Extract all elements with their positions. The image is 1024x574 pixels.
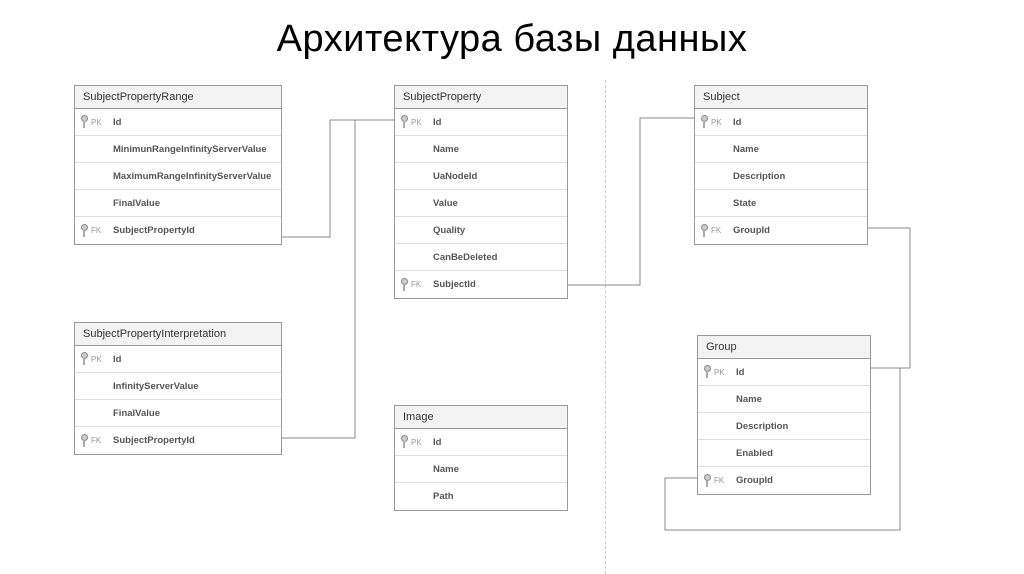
table-row: Path: [395, 483, 567, 510]
table-row: FinalValue: [75, 400, 281, 427]
key-icon: [399, 278, 409, 292]
field-name: MaximumRangeInfinityServerValue: [113, 171, 277, 182]
field-name: SubjectId: [433, 279, 563, 290]
key-icon: [399, 115, 409, 129]
table-row: Name: [395, 136, 567, 163]
field-name: Enabled: [736, 448, 866, 459]
field-name: CanBeDeleted: [433, 252, 563, 263]
table-row: FK SubjectPropertyId: [75, 427, 281, 454]
key-icon: [699, 224, 709, 238]
table-row: MaximumRangeInfinityServerValue: [75, 163, 281, 190]
table-subject: Subject PK Id Name Description State FK …: [694, 85, 868, 245]
table-row: PK Id: [695, 109, 867, 136]
table-row: CanBeDeleted: [395, 244, 567, 271]
table-row: Enabled: [698, 440, 870, 467]
table-header: SubjectProperty: [395, 86, 567, 109]
table-subject-property-range: SubjectPropertyRange PK Id MinimunRangeI…: [74, 85, 282, 245]
field-name: Description: [733, 171, 863, 182]
table-row: FK SubjectPropertyId: [75, 217, 281, 244]
key-icon: [702, 474, 712, 488]
table-row: PK Id: [395, 429, 567, 456]
table-row: UaNodeId: [395, 163, 567, 190]
key-icon: [79, 224, 89, 238]
field-name: GroupId: [733, 225, 863, 236]
table-row: FinalValue: [75, 190, 281, 217]
table-header: Image: [395, 406, 567, 429]
field-name: State: [733, 198, 863, 209]
field-name: FinalValue: [113, 198, 277, 209]
field-name: Quality: [433, 225, 563, 236]
table-row: Description: [695, 163, 867, 190]
table-row: PK Id: [698, 359, 870, 386]
field-name: Name: [733, 144, 863, 155]
field-name: Id: [733, 117, 863, 128]
table-header: Group: [698, 336, 870, 359]
table-row: PK Id: [75, 109, 281, 136]
field-name: Id: [113, 354, 277, 365]
field-name: SubjectPropertyId: [113, 225, 277, 236]
field-name: InfinityServerValue: [113, 381, 277, 392]
field-name: SubjectPropertyId: [113, 435, 277, 446]
field-name: FinalValue: [113, 408, 277, 419]
field-name: Id: [433, 117, 563, 128]
field-name: Name: [736, 394, 866, 405]
field-name: GroupId: [736, 475, 866, 486]
key-icon: [399, 435, 409, 449]
key-icon: [79, 434, 89, 448]
table-row: FK GroupId: [698, 467, 870, 494]
table-header: SubjectPropertyInterpretation: [75, 323, 281, 346]
field-name: Id: [433, 437, 563, 448]
table-row: MinimunRangeInfinityServerValue: [75, 136, 281, 163]
table-row: PK Id: [75, 346, 281, 373]
table-header: Subject: [695, 86, 867, 109]
table-row: State: [695, 190, 867, 217]
table-row: Name: [698, 386, 870, 413]
table-subject-property-interpretation: SubjectPropertyInterpretation PK Id Infi…: [74, 322, 282, 455]
key-icon: [702, 365, 712, 379]
key-icon: [79, 115, 89, 129]
field-name: Name: [433, 464, 563, 475]
field-name: Id: [113, 117, 277, 128]
table-row: FK GroupId: [695, 217, 867, 244]
field-name: MinimunRangeInfinityServerValue: [113, 144, 277, 155]
table-row: PK Id: [395, 109, 567, 136]
key-icon: [79, 352, 89, 366]
key-icon: [699, 115, 709, 129]
field-name: UaNodeId: [433, 171, 563, 182]
table-header: SubjectPropertyRange: [75, 86, 281, 109]
table-row: Quality: [395, 217, 567, 244]
table-row: FK SubjectId: [395, 271, 567, 298]
field-name: Name: [433, 144, 563, 155]
table-row: Description: [698, 413, 870, 440]
field-name: Value: [433, 198, 563, 209]
table-row: Name: [395, 456, 567, 483]
table-row: Value: [395, 190, 567, 217]
table-group: Group PK Id Name Description Enabled FK …: [697, 335, 871, 495]
table-row: InfinityServerValue: [75, 373, 281, 400]
table-image: Image PK Id Name Path: [394, 405, 568, 511]
table-row: Name: [695, 136, 867, 163]
field-name: Id: [736, 367, 866, 378]
table-subject-property: SubjectProperty PK Id Name UaNodeId Valu…: [394, 85, 568, 299]
field-name: Description: [736, 421, 866, 432]
field-name: Path: [433, 491, 563, 502]
